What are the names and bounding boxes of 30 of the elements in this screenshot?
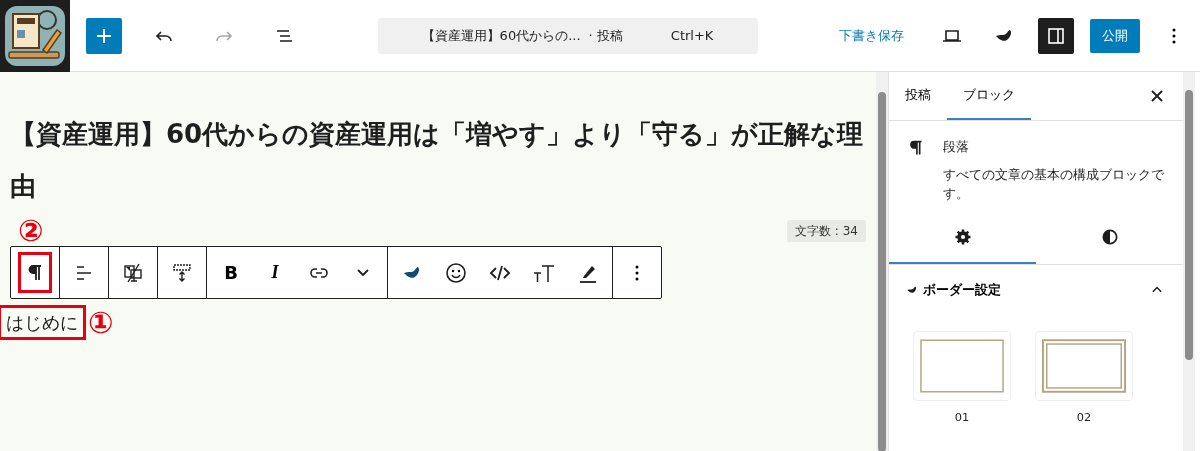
annotation-number: ②	[18, 216, 44, 246]
scrollbar-thumb[interactable]	[878, 92, 886, 451]
sidebar-tab[interactable]: 投稿	[889, 72, 947, 120]
style-label: 02	[1076, 408, 1092, 426]
scrollbar-thumb[interactable]	[1185, 90, 1193, 360]
block-name: 段落	[943, 138, 970, 156]
post-type-label: · 投稿	[588, 26, 623, 45]
post-title[interactable]: 【資産運用】60代からの資産運用は「増やす」より「守る」が正解な理由	[10, 108, 866, 212]
smiley-icon	[444, 260, 468, 285]
annotation-number: ①	[88, 307, 114, 338]
shortcut-hint: Ctrl+K	[670, 26, 714, 45]
chevron-down-icon	[357, 268, 369, 277]
panel-title: ボーダー設定	[923, 280, 1001, 299]
style-label: 01	[954, 408, 970, 426]
more-vertical-icon	[1172, 27, 1176, 44]
bold-button[interactable]: B	[209, 247, 253, 298]
command-palette-bar[interactable]: 【資産運用】60代からの... · 投稿 Ctrl+K	[377, 17, 758, 54]
paragraph-text[interactable]: はじめに	[0, 307, 84, 338]
sidebar-tab[interactable]: ブロック	[947, 72, 1031, 120]
add-block-button[interactable]	[86, 17, 122, 54]
more-vertical-icon	[635, 264, 639, 281]
publish-button[interactable]: 公開	[1090, 18, 1140, 53]
block-description: すべての文章の基本の構成ブロックです。	[943, 165, 1165, 203]
word-count: 文字数 : 34	[787, 220, 866, 242]
settings-button[interactable]	[1038, 17, 1074, 54]
italic-button[interactable]: I	[253, 247, 297, 298]
document-title: 【資産運用】60代からの...	[421, 26, 581, 45]
blog-logo-icon	[3, 3, 67, 68]
save-draft-button[interactable]: 下書き保存	[833, 24, 910, 47]
panel-header[interactable]: ボーダー設定	[889, 264, 1183, 315]
